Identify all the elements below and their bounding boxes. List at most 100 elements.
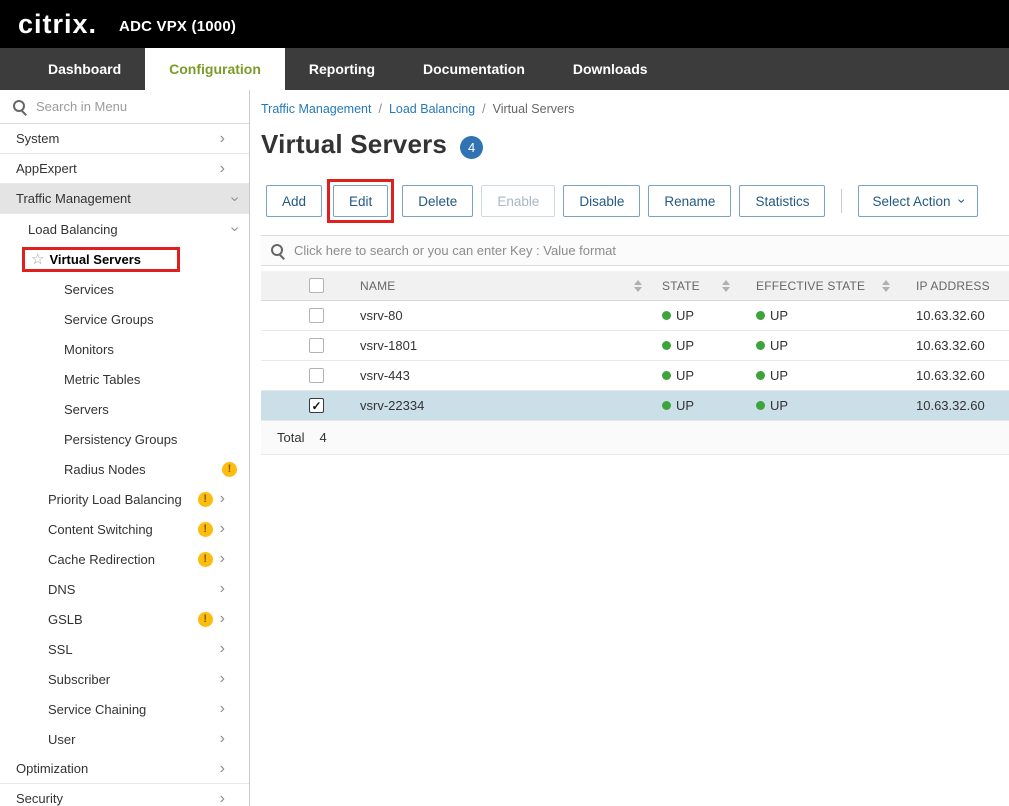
state-cell: UP xyxy=(656,331,744,361)
table-search-input[interactable]: Click here to search or you can enter Ke… xyxy=(261,235,1009,266)
state-text: UP xyxy=(676,338,694,353)
sidebar-item-security[interactable]: Security › xyxy=(0,784,249,806)
breadcrumb-separator: / xyxy=(482,102,485,116)
sidebar-item-services[interactable]: Services xyxy=(0,274,249,304)
item-inner: Persistency Groups xyxy=(64,432,177,447)
chevron-right-icon: › xyxy=(220,701,237,717)
sidebar-item-servers[interactable]: Servers xyxy=(0,394,249,424)
sidebar-item-persistency-groups[interactable]: Persistency Groups xyxy=(0,424,249,454)
sidebar-item-label: Security xyxy=(16,791,63,806)
select-all-checkbox[interactable] xyxy=(309,278,324,293)
count-badge: 4 xyxy=(460,136,483,159)
sidebar-item-system[interactable]: System› xyxy=(0,124,249,154)
sidebar-item-label: GSLB xyxy=(48,612,83,627)
row-checkbox-cell xyxy=(261,391,356,421)
red-annotation-box: Edit xyxy=(327,179,394,223)
sidebar-item-label: Traffic Management xyxy=(16,191,131,206)
sidebar-item-metric-tables[interactable]: Metric Tables xyxy=(0,364,249,394)
effective-state-cell: UP xyxy=(744,391,904,421)
delete-button[interactable]: Delete xyxy=(402,185,473,217)
column-header-name[interactable]: NAME xyxy=(356,271,656,301)
row-checkbox[interactable] xyxy=(309,338,324,353)
item-inner: SSL xyxy=(48,642,73,657)
row-checkbox[interactable] xyxy=(309,308,324,323)
sidebar-item-service-groups[interactable]: Service Groups xyxy=(0,304,249,334)
item-inner: Metric Tables xyxy=(64,372,140,387)
main-content: Traffic Management/Load Balancing/Virtua… xyxy=(250,90,1009,806)
sidebar-item-user[interactable]: User› xyxy=(0,724,249,754)
sidebar-item-label: Virtual Servers xyxy=(49,252,141,267)
tab-downloads[interactable]: Downloads xyxy=(549,48,672,90)
tab-dashboard[interactable]: Dashboard xyxy=(24,48,145,90)
ip-address-cell: 10.63.32.60 xyxy=(904,331,1009,361)
sidebar-item-label: Load Balancing xyxy=(28,222,118,237)
sidebar-search-placeholder: Search in Menu xyxy=(36,99,127,114)
item-inner: Optimization xyxy=(16,761,88,776)
sidebar-item-optimization[interactable]: Optimization › xyxy=(0,754,249,784)
row-name: vsrv-80 xyxy=(360,308,403,323)
warning-icon: ! xyxy=(198,522,213,537)
sidebar-item-label: Cache Redirection xyxy=(48,552,155,567)
status-up-dot xyxy=(756,311,765,320)
tab-documentation[interactable]: Documentation xyxy=(399,48,549,90)
chevron-right-icon: › xyxy=(220,791,237,806)
sidebar-item-priority-load-balancing[interactable]: Priority Load Balancing!› xyxy=(0,484,249,514)
add-button[interactable]: Add xyxy=(266,185,322,217)
sidebar-item-service-chaining[interactable]: Service Chaining› xyxy=(0,694,249,724)
sidebar-item-label: DNS xyxy=(48,582,75,597)
row-checkbox[interactable] xyxy=(309,398,324,413)
select-action-label: Select Action xyxy=(872,194,950,209)
item-indicators: › xyxy=(220,581,249,597)
column-header-ip-address[interactable]: IP ADDRESS xyxy=(904,271,1009,301)
enable-button[interactable]: Enable xyxy=(481,185,555,217)
tab-configuration[interactable]: Configuration xyxy=(145,48,285,90)
select-action-dropdown[interactable]: Select Action› xyxy=(858,185,978,217)
sidebar: Search in Menu System›AppExpert›Traffic … xyxy=(0,90,250,806)
statistics-button[interactable]: Statistics xyxy=(739,185,825,217)
column-header-effective-state[interactable]: EFFECTIVE STATE xyxy=(744,271,904,301)
sidebar-item-subscriber[interactable]: Subscriber› xyxy=(0,664,249,694)
disable-button[interactable]: Disable xyxy=(563,185,640,217)
sidebar-item-ssl[interactable]: SSL› xyxy=(0,634,249,664)
table-row[interactable]: vsrv-443UPUP10.63.32.60 xyxy=(261,361,1009,391)
item-indicators: › xyxy=(220,791,249,806)
breadcrumb-traffic-management[interactable]: Traffic Management xyxy=(261,102,371,116)
toolbar: Add Edit DeleteEnableDisableRenameStatisti… xyxy=(261,179,1009,223)
chevron-down-icon: › xyxy=(226,196,242,201)
sidebar-item-content-switching[interactable]: Content Switching!› xyxy=(0,514,249,544)
row-ip: 10.63.32.60 xyxy=(916,308,985,323)
status-up-dot xyxy=(756,401,765,410)
row-name: vsrv-1801 xyxy=(360,338,417,353)
sidebar-item-monitors[interactable]: Monitors xyxy=(0,334,249,364)
sidebar-item-traffic-management[interactable]: Traffic Management › xyxy=(0,184,249,214)
warning-icon: ! xyxy=(222,462,237,477)
status-up-dot xyxy=(756,371,765,380)
sidebar-item-virtual-servers[interactable]: ☆Virtual Servers xyxy=(0,244,249,274)
sidebar-item-dns[interactable]: DNS › xyxy=(0,574,249,604)
table-row[interactable]: vsrv-80UPUP10.63.32.60 xyxy=(261,301,1009,331)
toolbar-divider xyxy=(841,189,842,213)
sidebar-item-gslb[interactable]: GSLB!› xyxy=(0,604,249,634)
chevron-right-icon: › xyxy=(220,761,237,777)
table-row[interactable]: vsrv-22334UPUP10.63.32.60 xyxy=(261,391,1009,421)
sidebar-search-input[interactable]: Search in Menu xyxy=(0,90,249,124)
sort-icon xyxy=(882,280,890,292)
rename-button[interactable]: Rename xyxy=(648,185,731,217)
breadcrumb-load-balancing[interactable]: Load Balancing xyxy=(389,102,475,116)
sidebar-item-label: Services xyxy=(64,282,114,297)
item-inner: Monitors xyxy=(64,342,114,357)
column-header-state[interactable]: STATE xyxy=(656,271,744,301)
table-row[interactable]: vsrv-1801UPUP10.63.32.60 xyxy=(261,331,1009,361)
effective-state-text: UP xyxy=(770,398,788,413)
edit-button[interactable]: Edit xyxy=(333,185,388,217)
warning-icon: ! xyxy=(198,612,213,627)
sidebar-item-load-balancing[interactable]: Load Balancing› xyxy=(0,214,249,244)
item-inner: Service Groups xyxy=(64,312,154,327)
sidebar-item-appexpert[interactable]: AppExpert› xyxy=(0,154,249,184)
tab-reporting[interactable]: Reporting xyxy=(285,48,399,90)
sidebar-item-cache-redirection[interactable]: Cache Redirection!› xyxy=(0,544,249,574)
row-checkbox[interactable] xyxy=(309,368,324,383)
status-up-dot xyxy=(662,401,671,410)
sidebar-item-label: Priority Load Balancing xyxy=(48,492,182,507)
sidebar-item-radius-nodes[interactable]: Radius Nodes! xyxy=(0,454,249,484)
